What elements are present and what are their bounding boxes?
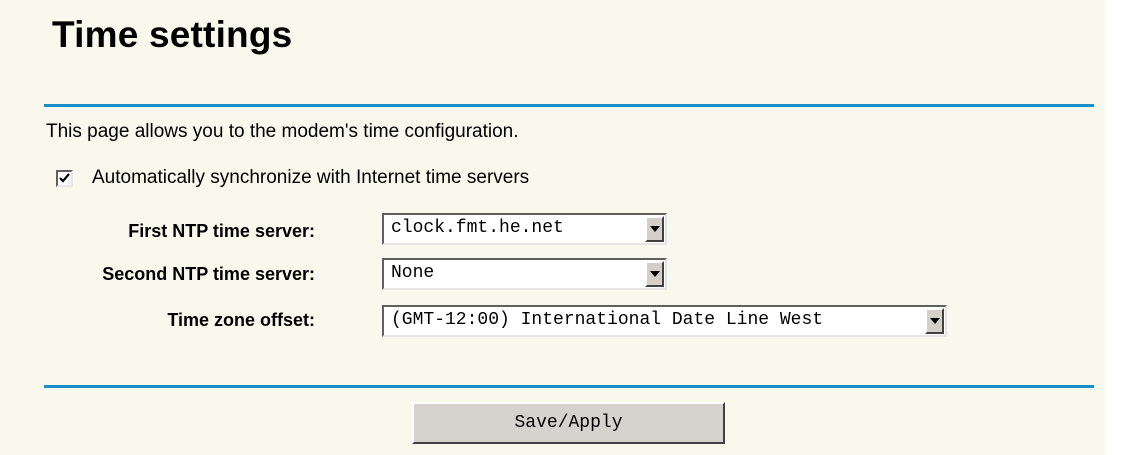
page-description: This page allows you to the modem's time… <box>46 121 519 142</box>
timezone-label: Time zone offset: <box>167 310 315 330</box>
second-ntp-label: Second NTP time server: <box>102 264 315 284</box>
settings-panel: Time settings This page allows you to th… <box>0 0 1105 455</box>
timezone-select[interactable]: (GMT-12:00) International Date Line West <box>382 305 947 337</box>
first-ntp-value: clock.fmt.he.net <box>391 218 564 238</box>
dropdown-arrow-icon[interactable] <box>645 216 664 242</box>
dropdown-arrow-icon[interactable] <box>645 261 664 287</box>
bottom-divider <box>44 385 1094 388</box>
auto-sync-label: Automatically synchronize with Internet … <box>92 167 530 188</box>
first-ntp-label: First NTP time server: <box>128 221 315 241</box>
auto-sync-checkbox[interactable] <box>56 170 73 187</box>
first-ntp-select[interactable]: clock.fmt.he.net <box>382 213 667 245</box>
second-ntp-value: None <box>391 263 435 283</box>
timezone-value: (GMT-12:00) International Date Line West <box>391 310 824 330</box>
page-title: Time settings <box>52 14 293 55</box>
checkmark-icon <box>59 173 70 183</box>
top-divider <box>44 104 1094 107</box>
save-apply-button[interactable]: Save/Apply <box>412 402 725 444</box>
dropdown-arrow-icon[interactable] <box>925 308 944 334</box>
second-ntp-select[interactable]: None <box>382 258 667 290</box>
